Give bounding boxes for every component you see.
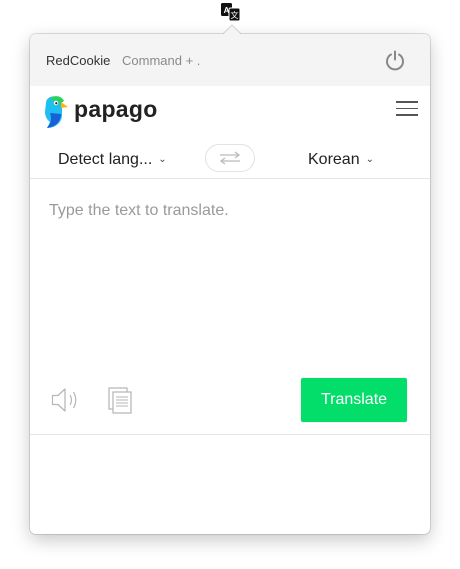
- popover-arrow: [222, 24, 242, 35]
- shortcut-hint: Command + .: [122, 53, 201, 68]
- chevron-down-icon: ⌄: [365, 154, 374, 165]
- chevron-down-icon: ⌄: [158, 154, 167, 165]
- target-language-dropdown[interactable]: Korean ⌄: [308, 151, 374, 169]
- swap-languages-button[interactable]: [205, 144, 255, 172]
- swap-arrows-icon: [219, 151, 241, 165]
- power-icon[interactable]: [384, 49, 406, 71]
- papago-translate-icon[interactable]: A 文: [221, 3, 240, 21]
- translator-popover: RedCookie Command + . papago Detect lang…: [30, 34, 430, 534]
- copy-icon[interactable]: [108, 387, 132, 414]
- logo-text: papago: [74, 96, 158, 122]
- topbar: RedCookie Command + .: [30, 34, 430, 86]
- source-language-label: Detect lang...: [58, 151, 153, 168]
- target-language-label: Korean: [308, 151, 360, 168]
- translate-button[interactable]: Translate: [301, 378, 407, 422]
- svg-text:文: 文: [231, 10, 239, 20]
- papago-logo-icon: [45, 96, 68, 128]
- source-language-dropdown[interactable]: Detect lang... ⌄: [58, 151, 167, 169]
- header: papago: [30, 86, 430, 136]
- translation-result-area: [30, 435, 430, 534]
- source-text-input[interactable]: [49, 202, 409, 352]
- language-selector-row: Detect lang... ⌄ Korean ⌄: [30, 138, 430, 179]
- speaker-icon[interactable]: [51, 387, 81, 413]
- hamburger-menu-icon[interactable]: [396, 101, 418, 119]
- app-name: RedCookie: [46, 53, 111, 68]
